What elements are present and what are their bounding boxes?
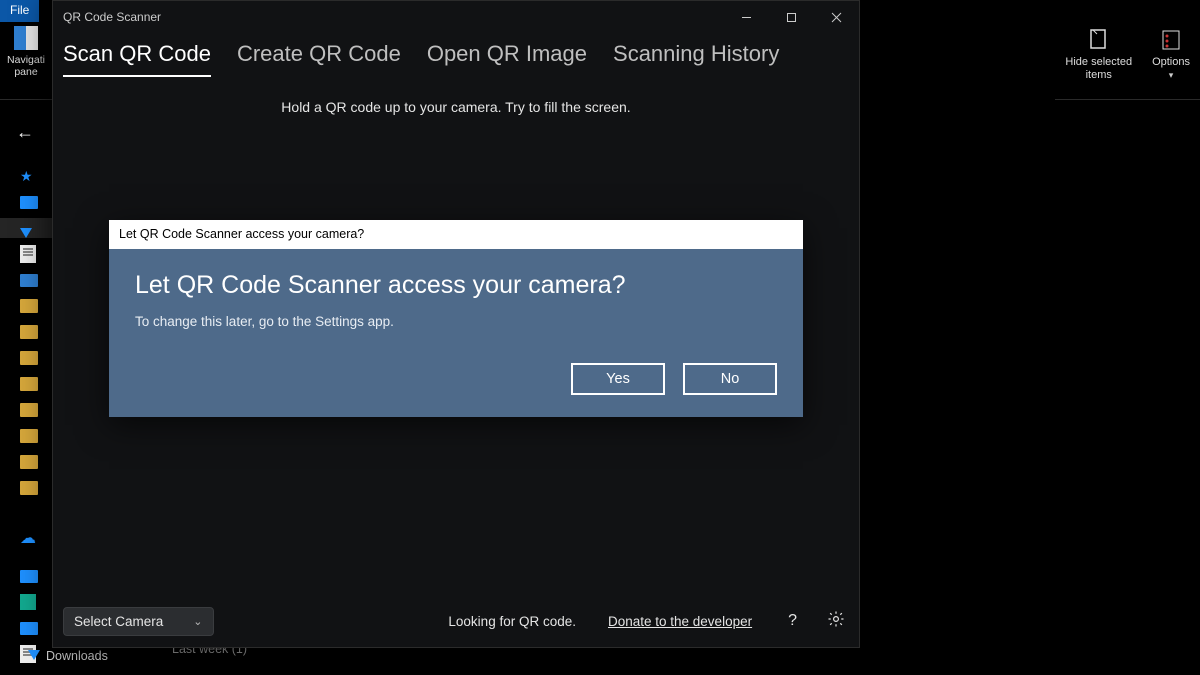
tab-create-qr[interactable]: Create QR Code [237, 41, 401, 77]
sidebar-item[interactable] [0, 400, 52, 420]
ribbon-right: Hide selected items Options ▾ [1055, 22, 1200, 100]
folder-icon [20, 403, 38, 417]
chevron-down-icon: ⌄ [193, 615, 202, 628]
desktop-icon [20, 622, 38, 635]
minimize-button[interactable] [724, 1, 769, 33]
hide-selected-icon [1087, 28, 1111, 52]
sidebar-item[interactable] [0, 592, 52, 612]
folder-icon [20, 377, 38, 391]
dialog-title: Let QR Code Scanner access your camera? [135, 271, 777, 300]
app-bottom-bar: Select Camera ⌄ Looking for QR code. Don… [53, 595, 859, 647]
options-icon [1159, 28, 1183, 52]
sidebar-item[interactable] [0, 452, 52, 472]
objects-icon [20, 594, 36, 610]
qr-scanner-window: QR Code Scanner Scan QR Code Create QR C… [52, 0, 860, 648]
scan-instruction: Hold a QR code up to your camera. Try to… [53, 99, 859, 115]
options-label: Options [1152, 56, 1190, 68]
app-tabs: Scan QR Code Create QR Code Open QR Imag… [53, 33, 859, 77]
back-button[interactable]: ← [16, 122, 34, 143]
maximize-button[interactable] [769, 1, 814, 33]
tab-scan-qr[interactable]: Scan QR Code [63, 41, 211, 77]
chevron-down-icon: ▾ [1169, 70, 1174, 81]
dialog-body: Let QR Code Scanner access your camera? … [109, 249, 803, 417]
desktop-icon [20, 196, 38, 209]
star-icon: ★ [20, 168, 33, 185]
hide-selected-label: Hide selected items [1065, 56, 1132, 81]
titlebar: QR Code Scanner [53, 1, 859, 33]
file-menu[interactable]: File [0, 0, 39, 22]
folder-icon [20, 351, 38, 365]
help-button[interactable]: ? [788, 612, 797, 630]
options-button[interactable]: Options ▾ [1142, 22, 1200, 99]
dialog-subtitle: To change this later, go to the Settings… [135, 314, 777, 329]
folder-icon [20, 481, 38, 495]
sidebar-item-downloads[interactable] [0, 218, 52, 238]
document-icon [20, 245, 36, 263]
navigation-pane-label: Navigati pane [7, 54, 45, 78]
ribbon-right-group: e [850, 22, 1050, 100]
sidebar-item[interactable] [0, 322, 52, 342]
gear-icon [827, 610, 845, 628]
explorer-menubar: File [0, 0, 39, 22]
dialog-buttons: Yes No [135, 363, 777, 395]
sidebar-item[interactable] [0, 192, 52, 212]
sidebar-item[interactable] [0, 296, 52, 316]
monitor-icon [20, 570, 38, 583]
tab-open-qr-image[interactable]: Open QR Image [427, 41, 587, 77]
camera-permission-dialog: Let QR Code Scanner access your camera? … [109, 220, 803, 417]
folder-icon [20, 429, 38, 443]
cloud-icon: ☁ [20, 528, 36, 548]
explorer-sidebar: ★ ☁ [0, 156, 52, 675]
close-button[interactable] [814, 1, 859, 33]
folder-icon [20, 455, 38, 469]
sidebar-item[interactable] [0, 426, 52, 446]
donate-link[interactable]: Donate to the developer [608, 614, 752, 629]
camera-select-dropdown[interactable]: Select Camera ⌄ [63, 607, 214, 636]
navigation-pane-icon [14, 26, 38, 50]
folder-icon [20, 299, 38, 313]
sidebar-item[interactable] [0, 348, 52, 368]
scan-status: Looking for QR code. [448, 614, 576, 629]
download-icon [28, 650, 40, 662]
hide-selected-items-button[interactable]: Hide selected items [1055, 22, 1142, 99]
sidebar-this-pc[interactable] [0, 566, 52, 586]
sidebar-item[interactable] [0, 618, 52, 638]
sidebar-onedrive[interactable]: ☁ [0, 528, 52, 548]
window-title: QR Code Scanner [63, 10, 161, 24]
camera-select-label: Select Camera [74, 614, 163, 629]
dialog-header: Let QR Code Scanner access your camera? [109, 220, 803, 249]
sidebar-item[interactable] [0, 374, 52, 394]
sidebar-quick-access[interactable]: ★ [0, 166, 52, 186]
pictures-icon [20, 274, 38, 287]
sidebar-item[interactable] [0, 478, 52, 498]
downloads-label: Downloads [46, 649, 108, 663]
settings-button[interactable] [827, 610, 845, 633]
folder-icon [20, 325, 38, 339]
navigation-pane-button[interactable]: Navigati pane [0, 22, 52, 100]
tree-item-downloads[interactable]: Downloads [28, 649, 108, 663]
sidebar-item[interactable] [0, 244, 52, 264]
app-body: Let QR Code Scanner access your camera? … [53, 115, 859, 595]
tab-scanning-history[interactable]: Scanning History [613, 41, 779, 77]
yes-button[interactable]: Yes [571, 363, 665, 395]
window-controls [724, 1, 859, 33]
no-button[interactable]: No [683, 363, 777, 395]
sidebar-item[interactable] [0, 270, 52, 290]
